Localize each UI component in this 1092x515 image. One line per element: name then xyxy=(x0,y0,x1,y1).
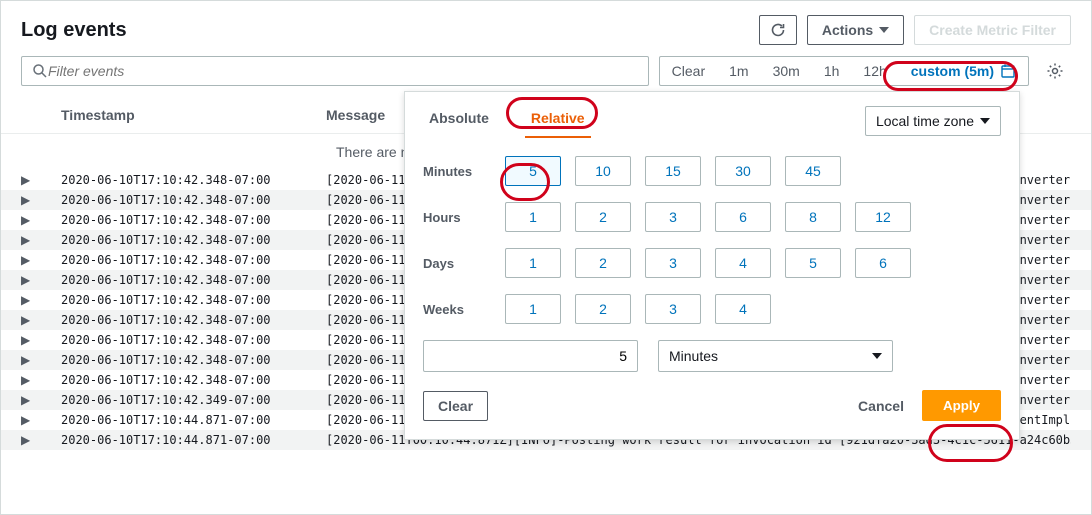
time-preset-30m[interactable]: 30m xyxy=(761,57,812,85)
relative-days-5[interactable]: 5 xyxy=(785,248,841,278)
relative-hours-12[interactable]: 12 xyxy=(855,202,911,232)
row-timestamp: 2020-06-10T17:10:42.348-07:00 xyxy=(61,213,326,227)
row-timestamp: 2020-06-10T17:10:42.348-07:00 xyxy=(61,293,326,307)
row-timestamp: 2020-06-10T17:10:42.348-07:00 xyxy=(61,253,326,267)
relative-hours-2[interactable]: 2 xyxy=(575,202,631,232)
row-timestamp: 2020-06-10T17:10:42.348-07:00 xyxy=(61,353,326,367)
row-timestamp: 2020-06-10T17:10:42.348-07:00 xyxy=(61,333,326,347)
relative-minutes-10[interactable]: 10 xyxy=(575,156,631,186)
expand-row-caret[interactable]: ▶ xyxy=(21,373,61,387)
row-timestamp: 2020-06-10T17:10:42.348-07:00 xyxy=(61,313,326,327)
filter-events-textfield[interactable] xyxy=(48,63,638,79)
row-timestamp: 2020-06-10T17:10:42.348-07:00 xyxy=(61,373,326,387)
relative-weeks-3[interactable]: 3 xyxy=(645,294,701,324)
time-custom-label: custom (5m) xyxy=(911,63,994,79)
relative-days-2[interactable]: 2 xyxy=(575,248,631,278)
relative-weeks-2[interactable]: 2 xyxy=(575,294,631,324)
relative-amount-input[interactable] xyxy=(423,340,638,372)
relative-minutes-45[interactable]: 45 xyxy=(785,156,841,186)
relative-hours-label: Hours xyxy=(423,210,505,225)
expand-row-caret[interactable]: ▶ xyxy=(21,313,61,327)
time-preset-12h[interactable]: 12h xyxy=(851,57,898,85)
calendar-icon xyxy=(1000,63,1016,79)
time-preset-1h[interactable]: 1h xyxy=(812,57,852,85)
expand-row-caret[interactable]: ▶ xyxy=(21,393,61,407)
row-timestamp: 2020-06-10T17:10:44.871-07:00 xyxy=(61,413,326,427)
timezone-label: Local time zone xyxy=(876,113,974,129)
relative-weeks-1[interactable]: 1 xyxy=(505,294,561,324)
row-timestamp: 2020-06-10T17:10:42.348-07:00 xyxy=(61,273,326,287)
relative-unit-label: Minutes xyxy=(669,348,718,364)
relative-hours-1[interactable]: 1 xyxy=(505,202,561,232)
relative-minutes-label: Minutes xyxy=(423,164,505,179)
relative-minutes-5[interactable]: 5 xyxy=(505,156,561,186)
relative-hours-6[interactable]: 6 xyxy=(715,202,771,232)
create-metric-filter-button[interactable]: Create Metric Filter xyxy=(914,15,1071,45)
relative-minutes-30[interactable]: 30 xyxy=(715,156,771,186)
expand-row-caret[interactable]: ▶ xyxy=(21,193,61,207)
caret-down-icon xyxy=(872,353,882,359)
popover-clear-button[interactable]: Clear xyxy=(423,391,488,421)
relative-days-6[interactable]: 6 xyxy=(855,248,911,278)
actions-button[interactable]: Actions xyxy=(807,15,904,45)
expand-row-caret[interactable]: ▶ xyxy=(21,413,61,427)
search-icon xyxy=(32,63,48,79)
page-title: Log events xyxy=(21,19,127,42)
popover-cancel-link[interactable]: Cancel xyxy=(858,398,904,414)
time-preset-1m[interactable]: 1m xyxy=(717,57,760,85)
tab-relative[interactable]: Relative xyxy=(525,104,591,138)
actions-label: Actions xyxy=(822,22,873,38)
relative-days-4[interactable]: 4 xyxy=(715,248,771,278)
caret-down-icon xyxy=(980,118,990,124)
row-timestamp: 2020-06-10T17:10:42.348-07:00 xyxy=(61,193,326,207)
relative-minutes-15[interactable]: 15 xyxy=(645,156,701,186)
create-filter-label: Create Metric Filter xyxy=(929,22,1056,38)
row-timestamp: 2020-06-10T17:10:44.871-07:00 xyxy=(61,433,326,447)
caret-down-icon xyxy=(879,27,889,33)
time-custom-picker[interactable]: custom (5m) xyxy=(899,57,1028,85)
expand-row-caret[interactable]: ▶ xyxy=(21,353,61,367)
expand-row-caret[interactable]: ▶ xyxy=(21,213,61,227)
expand-row-caret[interactable]: ▶ xyxy=(21,333,61,347)
filter-events-input[interactable] xyxy=(21,56,649,86)
column-timestamp[interactable]: Timestamp xyxy=(61,107,326,123)
time-range-bar: Clear 1m 30m 1h 12h custom (5m) xyxy=(659,56,1029,86)
gear-icon xyxy=(1046,62,1064,80)
expand-row-caret[interactable]: ▶ xyxy=(21,173,61,187)
relative-weeks-label: Weeks xyxy=(423,302,505,317)
relative-hours-3[interactable]: 3 xyxy=(645,202,701,232)
relative-hours-8[interactable]: 8 xyxy=(785,202,841,232)
relative-days-1[interactable]: 1 xyxy=(505,248,561,278)
relative-minutes-row: Minutes5 10 15 30 45 xyxy=(423,156,1001,186)
expand-row-caret[interactable]: ▶ xyxy=(21,253,61,267)
expand-row-caret[interactable]: ▶ xyxy=(21,433,61,447)
expand-row-caret[interactable]: ▶ xyxy=(21,273,61,287)
tab-absolute[interactable]: Absolute xyxy=(423,104,495,138)
expand-row-caret[interactable]: ▶ xyxy=(21,233,61,247)
relative-days-3[interactable]: 3 xyxy=(645,248,701,278)
settings-button[interactable] xyxy=(1039,55,1071,87)
relative-days-label: Days xyxy=(423,256,505,271)
relative-unit-select[interactable]: Minutes xyxy=(658,340,893,372)
relative-days-row: Days123456 xyxy=(423,248,1001,278)
refresh-icon xyxy=(770,22,786,38)
time-range-popover: Absolute Relative Local time zone Minute… xyxy=(404,91,1020,440)
popover-apply-button[interactable]: Apply xyxy=(922,390,1001,421)
row-timestamp: 2020-06-10T17:10:42.348-07:00 xyxy=(61,233,326,247)
relative-weeks-4[interactable]: 4 xyxy=(715,294,771,324)
relative-weeks-row: Weeks1234 xyxy=(423,294,1001,324)
relative-hours-row: Hours1236812 xyxy=(423,202,1001,232)
time-clear[interactable]: Clear xyxy=(660,57,717,85)
expand-row-caret[interactable]: ▶ xyxy=(21,293,61,307)
row-timestamp: 2020-06-10T17:10:42.348-07:00 xyxy=(61,173,326,187)
row-timestamp: 2020-06-10T17:10:42.349-07:00 xyxy=(61,393,326,407)
timezone-select[interactable]: Local time zone xyxy=(865,106,1001,136)
refresh-button[interactable] xyxy=(759,15,797,45)
